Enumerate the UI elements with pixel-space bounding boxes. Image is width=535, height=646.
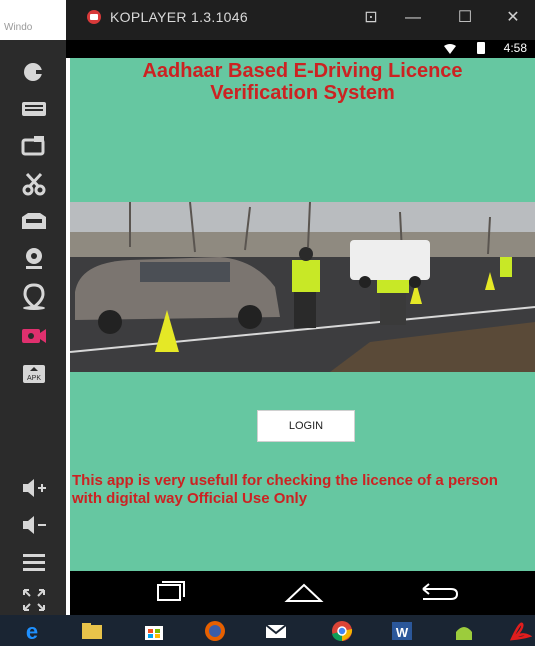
volume-down-icon[interactable]: [20, 511, 48, 539]
close-button[interactable]: ✕: [500, 6, 526, 30]
login-button[interactable]: LOGIN: [257, 410, 355, 442]
maximize-button[interactable]: ☐: [452, 6, 478, 30]
desktop-background: Windo: [0, 0, 66, 40]
restore-button[interactable]: ⊡: [358, 6, 384, 30]
android-status-bar: 4:58: [66, 40, 535, 58]
ie-icon[interactable]: e: [20, 620, 44, 642]
back-icon[interactable]: [413, 579, 459, 607]
menu-icon[interactable]: [20, 548, 48, 576]
window-title: KOPLAYER 1.3.1046: [110, 9, 248, 25]
status-time: 4:58: [503, 41, 527, 55]
chrome-icon[interactable]: [330, 620, 354, 642]
screenshot-icon[interactable]: [20, 132, 48, 160]
volume-up-icon[interactable]: [20, 474, 48, 502]
acrobat-icon[interactable]: [508, 620, 532, 642]
recents-icon[interactable]: [146, 579, 192, 607]
home-icon[interactable]: [281, 579, 327, 607]
battery-icon: [477, 42, 485, 54]
apk-install-icon[interactable]: APK: [20, 360, 48, 388]
svg-text:APK: APK: [27, 375, 41, 382]
location-icon[interactable]: [20, 283, 48, 311]
store-icon[interactable]: [142, 620, 166, 642]
svg-text:e: e: [26, 620, 38, 642]
word-icon[interactable]: W: [390, 620, 414, 642]
file-explorer-icon[interactable]: [80, 620, 104, 642]
svg-text:W: W: [396, 625, 409, 640]
traffic-checkpoint-photo: [70, 202, 535, 372]
desktop-partial-label: Windo: [4, 22, 33, 33]
app-description: This app is very usefull for checking th…: [72, 472, 498, 507]
minimize-button[interactable]: —: [400, 6, 426, 30]
fullscreen-icon[interactable]: [20, 586, 48, 614]
koplayer-logo-icon: [87, 10, 101, 24]
keyboard-icon[interactable]: [20, 95, 48, 123]
video-record-icon[interactable]: [20, 322, 48, 350]
webcam-icon[interactable]: [20, 245, 48, 273]
scissors-icon[interactable]: [20, 170, 48, 198]
mail-icon[interactable]: [264, 620, 288, 642]
wifi-icon: [444, 44, 456, 54]
firefox-icon[interactable]: [203, 620, 227, 642]
heading-line-2: Verification System: [210, 82, 395, 104]
android-icon[interactable]: [452, 620, 476, 642]
app-heading: Aadhaar Based E-Driving Licence Verifica…: [70, 58, 535, 104]
gamepad-icon[interactable]: [20, 58, 48, 86]
folder-icon[interactable]: [20, 207, 48, 235]
heading-line-1: Aadhaar Based E-Driving Licence: [142, 60, 463, 82]
